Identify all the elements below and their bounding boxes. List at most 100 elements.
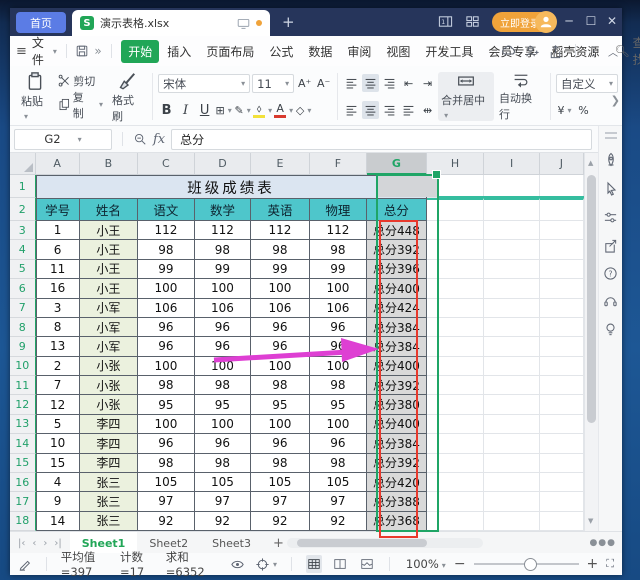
cell-G17[interactable]: 总分388 [367,492,426,511]
align-left-icon[interactable] [343,101,360,119]
cell-F10[interactable]: 100 [310,357,368,376]
cell-H12[interactable] [427,395,485,414]
cell-B16[interactable]: 张三 [80,473,138,492]
cell-E7[interactable]: 106 [251,299,309,318]
minimize-button[interactable]: ─ [558,8,580,34]
cell-A16[interactable]: 4 [36,473,80,492]
cell-I11[interactable] [484,376,540,395]
cell-J17[interactable] [540,492,584,511]
next-sheet-icon[interactable]: › [43,538,47,549]
cell-C2[interactable]: 语文 [138,198,195,221]
cell-F11[interactable]: 98 [310,376,368,395]
more-options-icon[interactable]: ⋮ [588,44,600,58]
cell-J9[interactable] [540,337,584,356]
invite-user-icon[interactable] [525,44,540,59]
cell-E6[interactable]: 100 [251,279,309,298]
document-tab[interactable]: S 演示表格.xlsx [72,10,270,36]
menu-item-视图[interactable]: 视图 [379,40,417,63]
prev-sheet-icon[interactable]: ‹ [32,538,36,549]
tabbar-more-icon[interactable]: ●●● [589,538,616,548]
row-header-8[interactable]: 8 [10,318,36,337]
column-header-C[interactable]: C [138,153,195,175]
cell-J14[interactable] [540,434,584,453]
vertical-scrollbar[interactable]: ▲ ▼ [584,153,599,531]
cell-I7[interactable] [484,299,540,318]
eraser-icon[interactable]: ◇▾ [295,101,312,119]
zoom-formula-icon[interactable] [133,132,147,146]
borders-button[interactable]: ⊞▾ [215,101,232,119]
cell-I15[interactable] [484,454,540,473]
cell-F7[interactable]: 106 [310,299,368,318]
cell-A13[interactable]: 5 [36,415,80,434]
page-break-view-button[interactable] [359,555,375,573]
cell-J11[interactable] [540,376,584,395]
cell-G18[interactable]: 总分368 [367,512,426,531]
cell-B15[interactable]: 李四 [80,454,138,473]
help-icon[interactable] [603,266,618,281]
cell-H6[interactable] [427,279,485,298]
cell-E12[interactable]: 95 [251,395,309,414]
quick-tools-rocket-icon[interactable] [603,152,619,168]
cell-I18[interactable] [484,512,540,531]
column-header-B[interactable]: B [80,153,138,175]
draw-border-icon[interactable]: ✎▾ [234,101,251,119]
cell-A14[interactable]: 10 [36,434,80,453]
cell-G4[interactable]: 总分392 [367,240,426,259]
vertical-scroll-thumb[interactable] [587,175,596,423]
align-middle-icon[interactable] [362,74,379,92]
normal-view-button[interactable] [306,555,322,573]
cell-F17[interactable]: 97 [310,492,368,511]
cell-E3[interactable]: 112 [251,221,309,240]
cell-E18[interactable]: 92 [251,512,309,531]
cell-F12[interactable]: 95 [310,395,368,414]
column-header-F[interactable]: F [310,153,368,175]
cell-B10[interactable]: 小张 [80,357,138,376]
cell-F4[interactable]: 98 [310,240,368,259]
zoom-slider-thumb[interactable] [524,558,537,571]
wrap-text-button[interactable]: 自动换行 [496,71,545,122]
cell-H9[interactable] [427,337,485,356]
fx-icon[interactable]: fx [153,132,165,147]
row-header-7[interactable]: 7 [10,299,36,318]
cell-C5[interactable]: 99 [138,260,195,279]
select-cursor-icon[interactable] [603,181,619,197]
spreadsheet-grid[interactable]: ABCDEFGHIJ1班级成绩表2学号姓名语文数学英语物理总分31小王11211… [10,153,584,531]
formula-input[interactable]: 总分 [171,129,592,150]
cell-C6[interactable]: 100 [138,279,195,298]
ribbon-expander-icon[interactable]: ❯ [611,94,620,107]
cell-F9[interactable]: 96 [310,337,368,356]
row-header-17[interactable]: 17 [10,492,36,511]
cell-F18[interactable]: 92 [310,512,368,531]
cell-J6[interactable] [540,279,584,298]
cell-B3[interactable]: 小王 [80,221,138,240]
row-header-9[interactable]: 9 [10,337,36,356]
cell-F5[interactable]: 99 [310,260,368,279]
new-tab-button[interactable]: + [282,13,295,31]
settings-sliders-icon[interactable] [603,210,618,225]
export-panel-icon[interactable] [603,238,618,253]
cell-G6[interactable]: 总分400 [367,279,426,298]
cell-B6[interactable]: 小王 [80,279,138,298]
cell-D10[interactable]: 100 [195,357,252,376]
distribute-icon[interactable]: ⇹ [419,101,436,119]
cell-C4[interactable]: 98 [138,240,195,259]
cell-G13[interactable]: 总分400 [367,415,426,434]
fill-handle[interactable] [432,170,441,179]
select-all-corner[interactable] [10,153,36,175]
merge-center-button[interactable]: 合并居中▾ [438,72,494,121]
cell-title-A1[interactable]: 班级成绩表 [36,175,427,198]
eye-icon[interactable] [230,557,245,572]
cell-I4[interactable] [484,240,540,259]
cell-C3[interactable]: 112 [138,221,195,240]
cell-E14[interactable]: 96 [251,434,309,453]
cell-I13[interactable] [484,415,540,434]
cell-H14[interactable] [427,434,485,453]
cell-D13[interactable]: 100 [195,415,252,434]
cell-J3[interactable] [540,221,584,240]
cell-C13[interactable]: 100 [138,415,195,434]
row-header-13[interactable]: 13 [10,415,36,434]
cloud-sync-icon[interactable] [501,43,517,59]
row-header-11[interactable]: 11 [10,376,36,395]
cell-G3[interactable]: 总分448 [367,221,426,240]
cell-H2[interactable] [427,198,485,221]
